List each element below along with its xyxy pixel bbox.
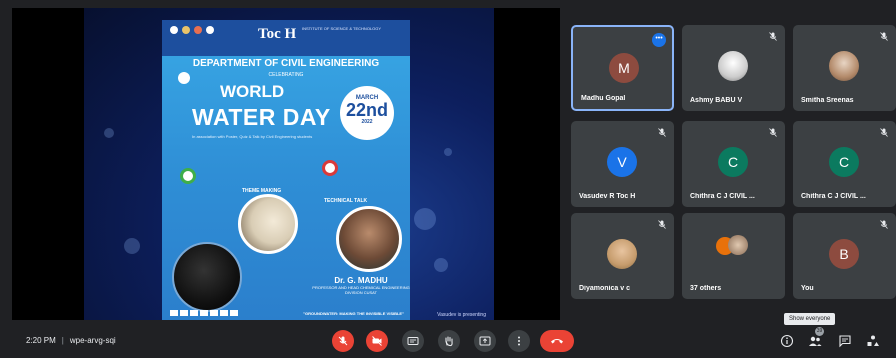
- poster-tech-label: TECHNICAL TALK: [324, 198, 368, 204]
- mic-off-icon: [880, 220, 888, 229]
- info-icon[interactable]: [780, 334, 794, 348]
- mic-off-icon: [880, 128, 888, 137]
- participant-name: Diyamonica v c: [579, 285, 630, 292]
- camera-button[interactable]: [366, 330, 388, 352]
- people-count-badge: 39: [815, 327, 824, 336]
- poster-water-drop-photo: [172, 242, 242, 312]
- poster-hand-photo: [238, 194, 298, 254]
- participant-tile[interactable]: C Chithra C J CIVIL ...: [682, 121, 785, 207]
- microphone-button[interactable]: [332, 330, 354, 352]
- mic-off-icon: [769, 32, 777, 41]
- people-icon[interactable]: [808, 334, 822, 348]
- more-options-icon[interactable]: •••: [652, 33, 666, 47]
- poster-title-line1: WORLD: [220, 82, 285, 101]
- mic-off-icon: [658, 220, 666, 229]
- participant-name: Vasudev R Toc H: [579, 193, 636, 200]
- participant-name: Chithra C J CIVIL ...: [690, 193, 755, 200]
- mic-off-icon: [338, 336, 348, 346]
- participant-tile[interactable]: V Vasudev R Toc H: [571, 121, 674, 207]
- captions-button[interactable]: [402, 330, 424, 352]
- avatar: B: [829, 239, 859, 269]
- activities-icon[interactable]: [866, 334, 880, 348]
- mic-off-icon: [658, 128, 666, 137]
- camera-off-icon: [372, 336, 382, 346]
- participant-tile[interactable]: Ashmy BABU V: [682, 25, 785, 111]
- world-water-day-poster: Toc H INSTITUTE OF SCIENCE & TECHNOLOGY …: [162, 20, 410, 320]
- green-logo-icon: [180, 168, 196, 184]
- presentation-stage: Toc H INSTITUTE OF SCIENCE & TECHNOLOGY …: [12, 8, 560, 320]
- poster-header: Toc H INSTITUTE OF SCIENCE & TECHNOLOGY: [162, 20, 410, 56]
- participant-tile[interactable]: M ••• Madhu Gopal: [571, 25, 674, 111]
- participant-tile[interactable]: C Chithra C J CIVIL ...: [793, 121, 896, 207]
- raise-hand-button[interactable]: [438, 330, 460, 352]
- avatar: [607, 239, 637, 269]
- chat-icon[interactable]: [838, 334, 852, 348]
- date-day: 22nd: [345, 100, 388, 120]
- captions-icon: [407, 337, 419, 345]
- college-name: Toc H: [258, 26, 297, 42]
- logo-icon: [206, 26, 214, 34]
- poster-date: MARCH 22nd 2022: [340, 86, 394, 140]
- avatar: C: [829, 147, 859, 177]
- poster-speaker-photo: [336, 206, 402, 272]
- avatar: [728, 235, 748, 255]
- avatar: [829, 51, 859, 81]
- logo-icon: [170, 26, 178, 34]
- participant-name: Ashmy BABU V: [690, 97, 743, 104]
- poster-theme-label: THEME MAKING: [242, 188, 282, 194]
- participant-name: Madhu Gopal: [581, 95, 626, 102]
- bottom-control-bar: 2:20 PM | wpe-arvg-sqi 39: [0, 324, 896, 358]
- meeting-code: wpe-arvg-sqi: [69, 336, 116, 345]
- participant-tile[interactable]: 37 others: [682, 213, 785, 299]
- separator: |: [61, 336, 64, 345]
- decorative-logo-icon: [178, 72, 190, 84]
- poster-small-text: In association with Poster, Quiz & Talk …: [192, 134, 313, 139]
- meeting-time: 2:20 PM: [26, 336, 56, 345]
- participant-tile[interactable]: B You: [793, 213, 896, 299]
- speaker-description: PROFESSOR AND HEAD CHEMICAL ENGINEERING …: [312, 285, 410, 295]
- participant-tile[interactable]: Smitha Sreenas: [793, 25, 896, 111]
- speaker-name: Dr. G. MADHU: [334, 276, 388, 285]
- mic-off-icon: [769, 128, 777, 137]
- participant-tile[interactable]: Diyamonica v c: [571, 213, 674, 299]
- participant-name: You: [801, 285, 814, 292]
- participant-name: Chithra C J CIVIL ...: [801, 193, 866, 200]
- present-button[interactable]: [474, 330, 496, 352]
- avatar: [718, 51, 748, 81]
- present-icon: [479, 336, 491, 346]
- presenter-caption: Vasudev is presenting: [437, 312, 486, 318]
- poster-speaker-block: Dr. G. MADHU PROFESSOR AND HEAD CHEMICAL…: [312, 276, 410, 295]
- poster-quote: "GROUNDWATER: MAKING THE INVISIBLE VISIB…: [303, 311, 404, 316]
- poster-department: DEPARTMENT OF CIVIL ENGINEERING: [192, 58, 380, 69]
- more-vert-icon: [518, 336, 520, 346]
- avatar: C: [718, 147, 748, 177]
- avatar: M: [609, 53, 639, 83]
- more-options-button[interactable]: [508, 330, 530, 352]
- mic-off-icon: [880, 32, 888, 41]
- red-logo-icon: [322, 160, 338, 176]
- end-call-button[interactable]: [540, 330, 574, 352]
- logo-icon: [194, 26, 202, 34]
- meeting-info: 2:20 PM | wpe-arvg-sqi: [26, 336, 116, 345]
- participant-name: Smitha Sreenas: [801, 97, 854, 104]
- poster-celebrating: CELEBRATING: [268, 72, 304, 78]
- avatar: V: [607, 147, 637, 177]
- poster-title-line2: WATER DAY: [192, 104, 331, 130]
- raise-hand-icon: [445, 336, 453, 347]
- end-call-icon: [551, 339, 563, 344]
- participant-name: 37 others: [690, 285, 722, 292]
- college-subtitle: INSTITUTE OF SCIENCE & TECHNOLOGY: [302, 26, 382, 31]
- logo-icon: [182, 26, 190, 34]
